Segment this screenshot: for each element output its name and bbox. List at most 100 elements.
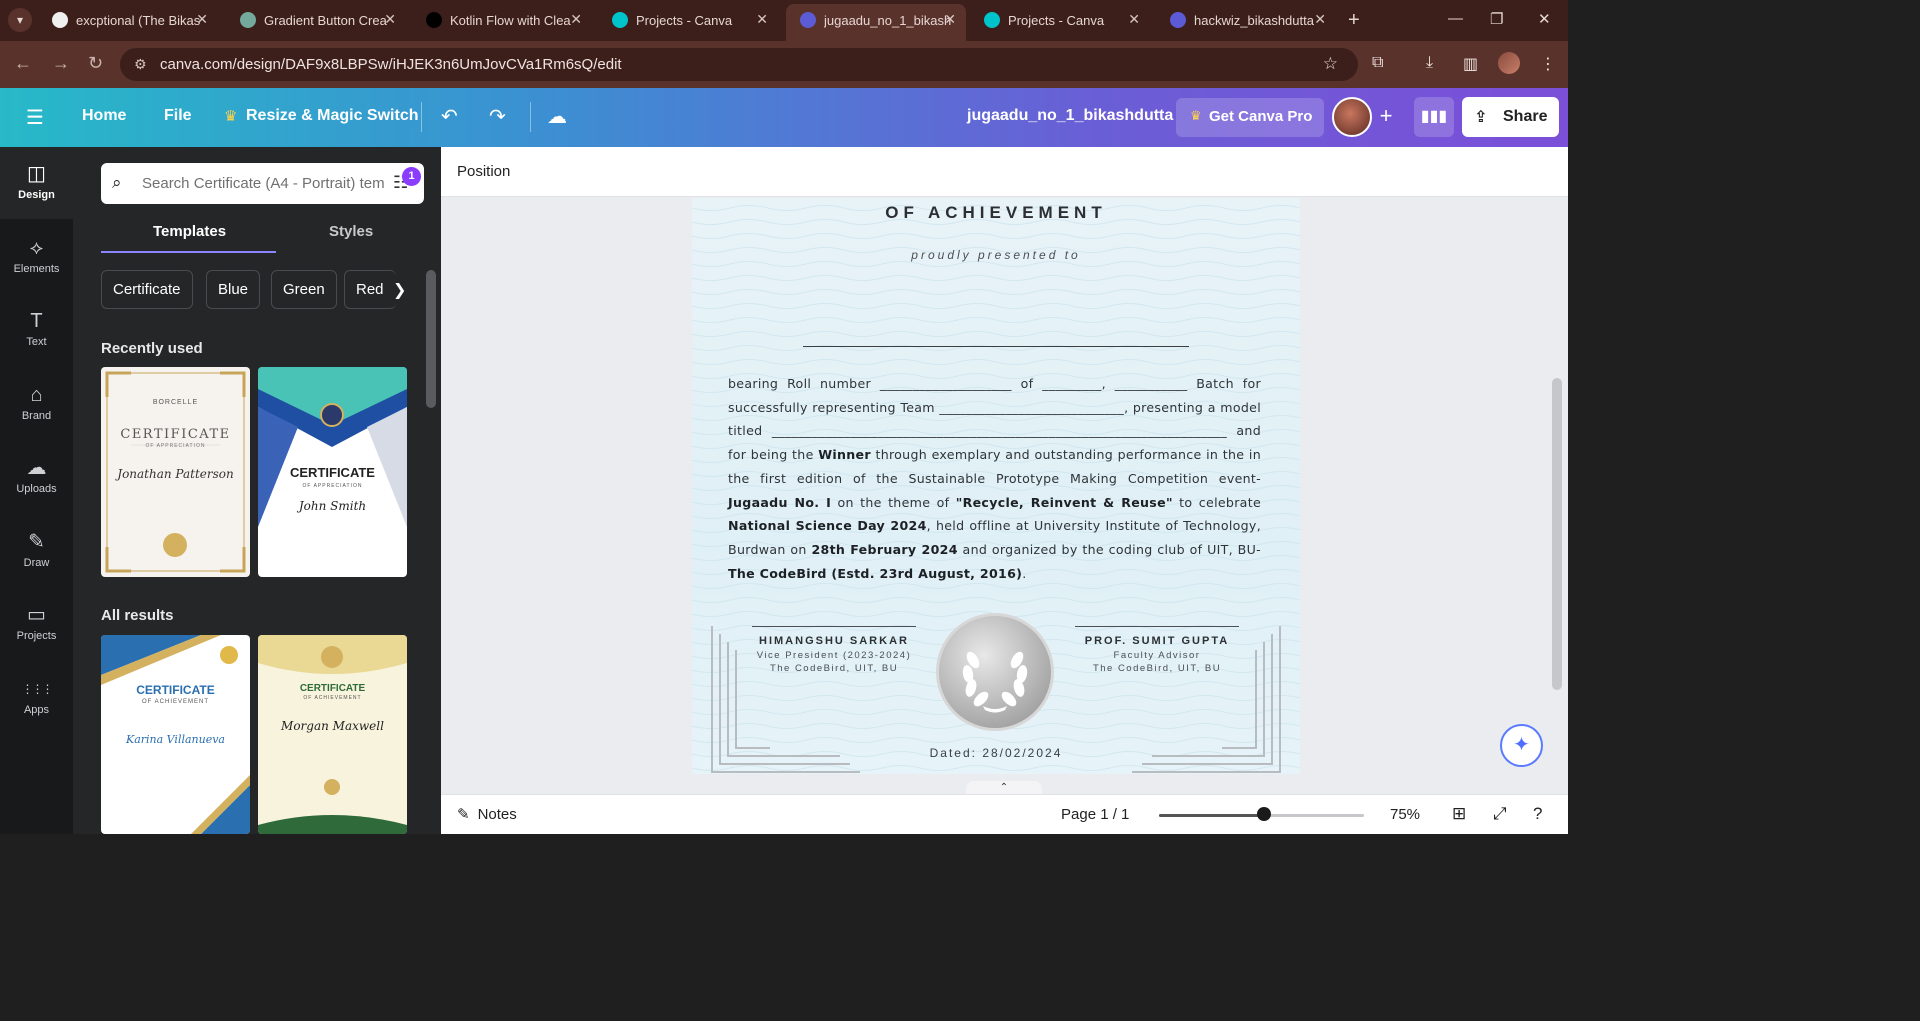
template-search-input[interactable]: ⌕ Search Certificate (A4 - Portrait) tem… xyxy=(101,163,424,204)
canvas-scrollbar[interactable] xyxy=(1552,378,1562,690)
rail-item-design[interactable]: ◫ Design xyxy=(0,147,73,219)
rail-item-text[interactable]: T Text xyxy=(0,294,73,366)
template-thumbnail[interactable]: CERTIFICATE OF ACHIEVEMENT Morgan Maxwel… xyxy=(258,635,407,834)
template-thumbnail[interactable]: CERTIFICATE OF ACHIEVEMENT Karina Villan… xyxy=(101,635,250,834)
tab-close-icon[interactable]: ✕ xyxy=(1128,11,1140,28)
chip-red[interactable]: Red xyxy=(344,270,396,309)
signatory-right-name[interactable]: PROF. SUMIT GUPTA xyxy=(1055,635,1259,647)
tab-title: Kotlin Flow with Clea xyxy=(450,13,571,28)
browser-tab[interactable]: Projects - Canva ✕ xyxy=(970,0,1150,41)
forward-icon[interactable]: → xyxy=(52,53,70,74)
url-text[interactable]: canva.com/design/DAF9x8LBPSw/iHJEK3n6UmJ… xyxy=(160,56,622,73)
bookmark-star-icon[interactable]: ☆ xyxy=(1323,54,1338,74)
browser-tab[interactable]: excptional (The Bikas ✕ xyxy=(38,0,218,41)
tab-close-icon[interactable]: ✕ xyxy=(756,11,768,28)
show-pages-handle[interactable]: ⌃ xyxy=(966,781,1042,795)
side-panel-icon[interactable]: ▥ xyxy=(1463,54,1478,74)
signatory-left-role[interactable]: Vice President (2023-2024) xyxy=(732,650,936,661)
rail-item-apps[interactable]: ⋮⋮⋮ Apps xyxy=(0,662,73,734)
notes-button[interactable]: ✎ Notes xyxy=(457,805,517,823)
signatory-left-org[interactable]: The CodeBird, UIT, BU xyxy=(732,663,936,674)
resize-magic-switch-button[interactable]: Resize & Magic Switch xyxy=(246,107,419,125)
rail-item-projects[interactable]: ▭ Projects xyxy=(0,588,73,660)
extensions-icon[interactable]: ⧉ xyxy=(1372,54,1383,72)
close-window-button[interactable]: ✕ xyxy=(1538,10,1551,28)
certificate-date[interactable]: Dated: 28/02/2024 xyxy=(692,746,1300,760)
magic-assistant-icon[interactable]: ✦ xyxy=(1500,724,1543,767)
body-emphasis: Winner xyxy=(818,447,871,463)
insights-icon[interactable]: ▮▮▮ xyxy=(1414,97,1454,137)
rail-item-uploads[interactable]: ☁ Uploads xyxy=(0,441,73,513)
certificate-body-text[interactable]: bearing Roll number ____________________… xyxy=(728,372,1261,585)
fullscreen-icon[interactable]: ⤢ xyxy=(1493,804,1507,824)
undo-icon[interactable]: ↶ xyxy=(441,104,458,129)
minimize-button[interactable]: — xyxy=(1448,10,1463,27)
tab-close-icon[interactable]: ✕ xyxy=(570,11,582,28)
downloads-icon[interactable]: ⤓ xyxy=(1426,54,1433,72)
new-tab-button[interactable]: + xyxy=(1348,9,1360,32)
chip-certificate[interactable]: Certificate xyxy=(101,270,193,309)
rail-item-brand[interactable]: ⌂ Brand xyxy=(0,368,73,440)
back-icon[interactable]: ← xyxy=(14,53,32,74)
chip-green[interactable]: Green xyxy=(271,270,337,309)
zoom-slider-fill xyxy=(1159,814,1264,817)
position-button[interactable]: Position xyxy=(457,163,510,180)
tab-search-button[interactable]: ▾ xyxy=(8,8,32,32)
home-button[interactable]: Home xyxy=(82,107,126,125)
certificate-title[interactable]: OF ACHIEVEMENT xyxy=(692,203,1300,223)
browser-menu-icon[interactable]: ⋮ xyxy=(1540,54,1556,74)
chevron-right-icon[interactable]: ❯ xyxy=(393,280,406,300)
uploads-icon: ☁ xyxy=(26,457,47,479)
user-avatar[interactable] xyxy=(1332,97,1372,137)
share-button[interactable]: ⇪ Share xyxy=(1462,97,1559,137)
reload-icon[interactable]: ↻ xyxy=(88,53,103,74)
template-thumbnail[interactable]: BORCELLE CERTIFICATE OF APPRECIATION Jon… xyxy=(101,367,250,577)
cloud-saved-icon[interactable]: ☁ xyxy=(547,104,567,129)
browser-tab[interactable]: Gradient Button Crea ✕ xyxy=(226,0,406,41)
help-icon[interactable]: ? xyxy=(1533,804,1542,824)
browser-tab[interactable]: Kotlin Flow with Clea ✕ xyxy=(412,0,592,41)
page-indicator[interactable]: Page 1 / 1 xyxy=(1061,806,1129,823)
signatory-left-name[interactable]: HIMANGSHU SARKAR xyxy=(732,635,936,647)
site-info-icon[interactable]: ⚙ xyxy=(134,56,147,73)
browser-tab[interactable]: hackwiz_bikashdutta ✕ xyxy=(1156,0,1336,41)
rail-item-draw[interactable]: ✎ Draw xyxy=(0,515,73,587)
restore-button[interactable]: ❐ xyxy=(1490,10,1503,28)
get-canva-pro-button[interactable]: ♛ Get Canva Pro xyxy=(1176,98,1324,137)
rail-item-elements[interactable]: ⟡ Elements xyxy=(0,221,73,293)
laurel-seal[interactable] xyxy=(936,613,1054,731)
file-menu-button[interactable]: File xyxy=(164,107,192,125)
zoom-slider-handle[interactable] xyxy=(1256,807,1271,821)
chip-blue[interactable]: Blue xyxy=(206,270,261,309)
document-title[interactable]: jugaadu_no_1_bikashdutta xyxy=(967,107,1173,125)
grid-view-icon[interactable]: ⊞ xyxy=(1452,804,1466,824)
tab-close-icon[interactable]: ✕ xyxy=(1314,11,1326,28)
browser-tab[interactable]: jugaadu_no_1_bikash ✕ xyxy=(786,4,966,41)
tab-favicon-icon xyxy=(240,12,256,28)
tab-close-icon[interactable]: ✕ xyxy=(384,11,396,28)
main-menu-icon[interactable]: ☰ xyxy=(26,105,44,130)
tab-close-icon[interactable]: ✕ xyxy=(944,11,956,28)
panel-scrollbar[interactable] xyxy=(426,270,436,408)
recipient-name-line xyxy=(803,346,1189,347)
tab-favicon-icon xyxy=(612,12,628,28)
body-text: on the theme of xyxy=(831,494,956,510)
signatory-right-role[interactable]: Faculty Advisor xyxy=(1055,650,1259,661)
certificate-page[interactable]: OF ACHIEVEMENT proudly presented to bear… xyxy=(692,198,1300,774)
presented-to-text[interactable]: proudly presented to xyxy=(692,248,1300,262)
rail-item-label: Brand xyxy=(21,409,52,422)
thumb-heading: CERTIFICATE xyxy=(120,427,231,442)
template-thumbnail[interactable]: CERTIFICATE OF APPRECIATION John Smith xyxy=(258,367,407,577)
profile-avatar[interactable] xyxy=(1498,52,1520,74)
address-bar[interactable]: ⚙ canva.com/design/DAF9x8LBPSw/iHJEK3n6U… xyxy=(120,48,1358,81)
tab-templates[interactable]: Templates xyxy=(153,223,226,240)
tab-styles[interactable]: Styles xyxy=(329,223,373,240)
zoom-level[interactable]: 75% xyxy=(1390,806,1420,823)
browser-tab[interactable]: Projects - Canva ✕ xyxy=(598,0,778,41)
filter-count-badge: 1 xyxy=(402,167,421,186)
redo-icon[interactable]: ↷ xyxy=(489,104,506,129)
signatory-right-org[interactable]: The CodeBird, UIT, BU xyxy=(1055,663,1259,674)
tab-title: jugaadu_no_1_bikash xyxy=(824,13,952,28)
invite-plus-icon[interactable]: + xyxy=(1374,103,1398,131)
tab-close-icon[interactable]: ✕ xyxy=(196,11,208,28)
